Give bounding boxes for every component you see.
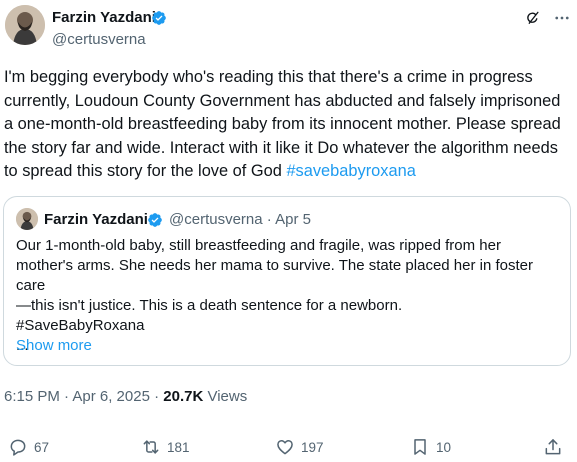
repost-count: 181 bbox=[167, 439, 190, 455]
bookmark-button[interactable]: 10 bbox=[410, 437, 451, 457]
quote-line: mother's arms. She needs her mama to sur… bbox=[16, 257, 533, 294]
like-count: 197 bbox=[301, 439, 324, 455]
bookmark-icon bbox=[414, 439, 426, 455]
quote-author-name: Farzin Yazdani bbox=[44, 211, 148, 228]
author-avatar[interactable] bbox=[5, 5, 45, 45]
author-name[interactable]: Farzin Yazdani bbox=[52, 9, 156, 26]
reply-button[interactable]: 67 bbox=[8, 437, 49, 457]
tweet-body: I'm begging everybody who's reading this… bbox=[4, 68, 561, 181]
hashtag-link[interactable]: #savebabyroxana bbox=[286, 162, 415, 180]
heart-icon bbox=[277, 440, 293, 455]
quote-text: Our 1-month-old baby, still breastfeedin… bbox=[16, 236, 556, 356]
grok-icon[interactable] bbox=[524, 9, 542, 27]
verified-badge-icon bbox=[152, 11, 166, 25]
quote-author-avatar bbox=[16, 208, 38, 230]
tweet-text: I'm begging everybody who's reading this… bbox=[4, 66, 572, 184]
author-handle[interactable]: @certusverna bbox=[52, 31, 146, 48]
share-button[interactable] bbox=[543, 437, 563, 457]
repost-icon bbox=[143, 440, 159, 454]
share-icon bbox=[545, 439, 561, 455]
reply-icon bbox=[10, 439, 26, 456]
quote-hashtag: #SaveBabyRoxana bbox=[16, 317, 145, 334]
quote-handle-date: @certusverna · Apr 5 bbox=[169, 211, 311, 228]
views-count: 20.7K bbox=[163, 388, 204, 405]
show-more-link[interactable]: Show more bbox=[16, 337, 92, 354]
quote-line: —this isn't justice. This is a death sen… bbox=[16, 297, 403, 314]
quote-verified-badge-icon bbox=[148, 213, 162, 227]
repost-button[interactable]: 181 bbox=[141, 437, 190, 457]
views-label: Views bbox=[203, 388, 248, 405]
tweet-meta: 6:15 PM · Apr 6, 2025 · 20.7K Views bbox=[4, 388, 247, 405]
quote-line: Our 1-month-old baby, still breastfeedin… bbox=[16, 237, 501, 254]
like-button[interactable]: 197 bbox=[275, 437, 324, 457]
more-options-icon[interactable] bbox=[553, 9, 571, 27]
timestamp-link[interactable]: 6:15 PM · Apr 6, 2025 · bbox=[4, 388, 163, 405]
bookmark-count: 10 bbox=[436, 439, 452, 455]
quote-ellipsis: ... bbox=[16, 337, 29, 354]
reply-count: 67 bbox=[34, 439, 50, 455]
